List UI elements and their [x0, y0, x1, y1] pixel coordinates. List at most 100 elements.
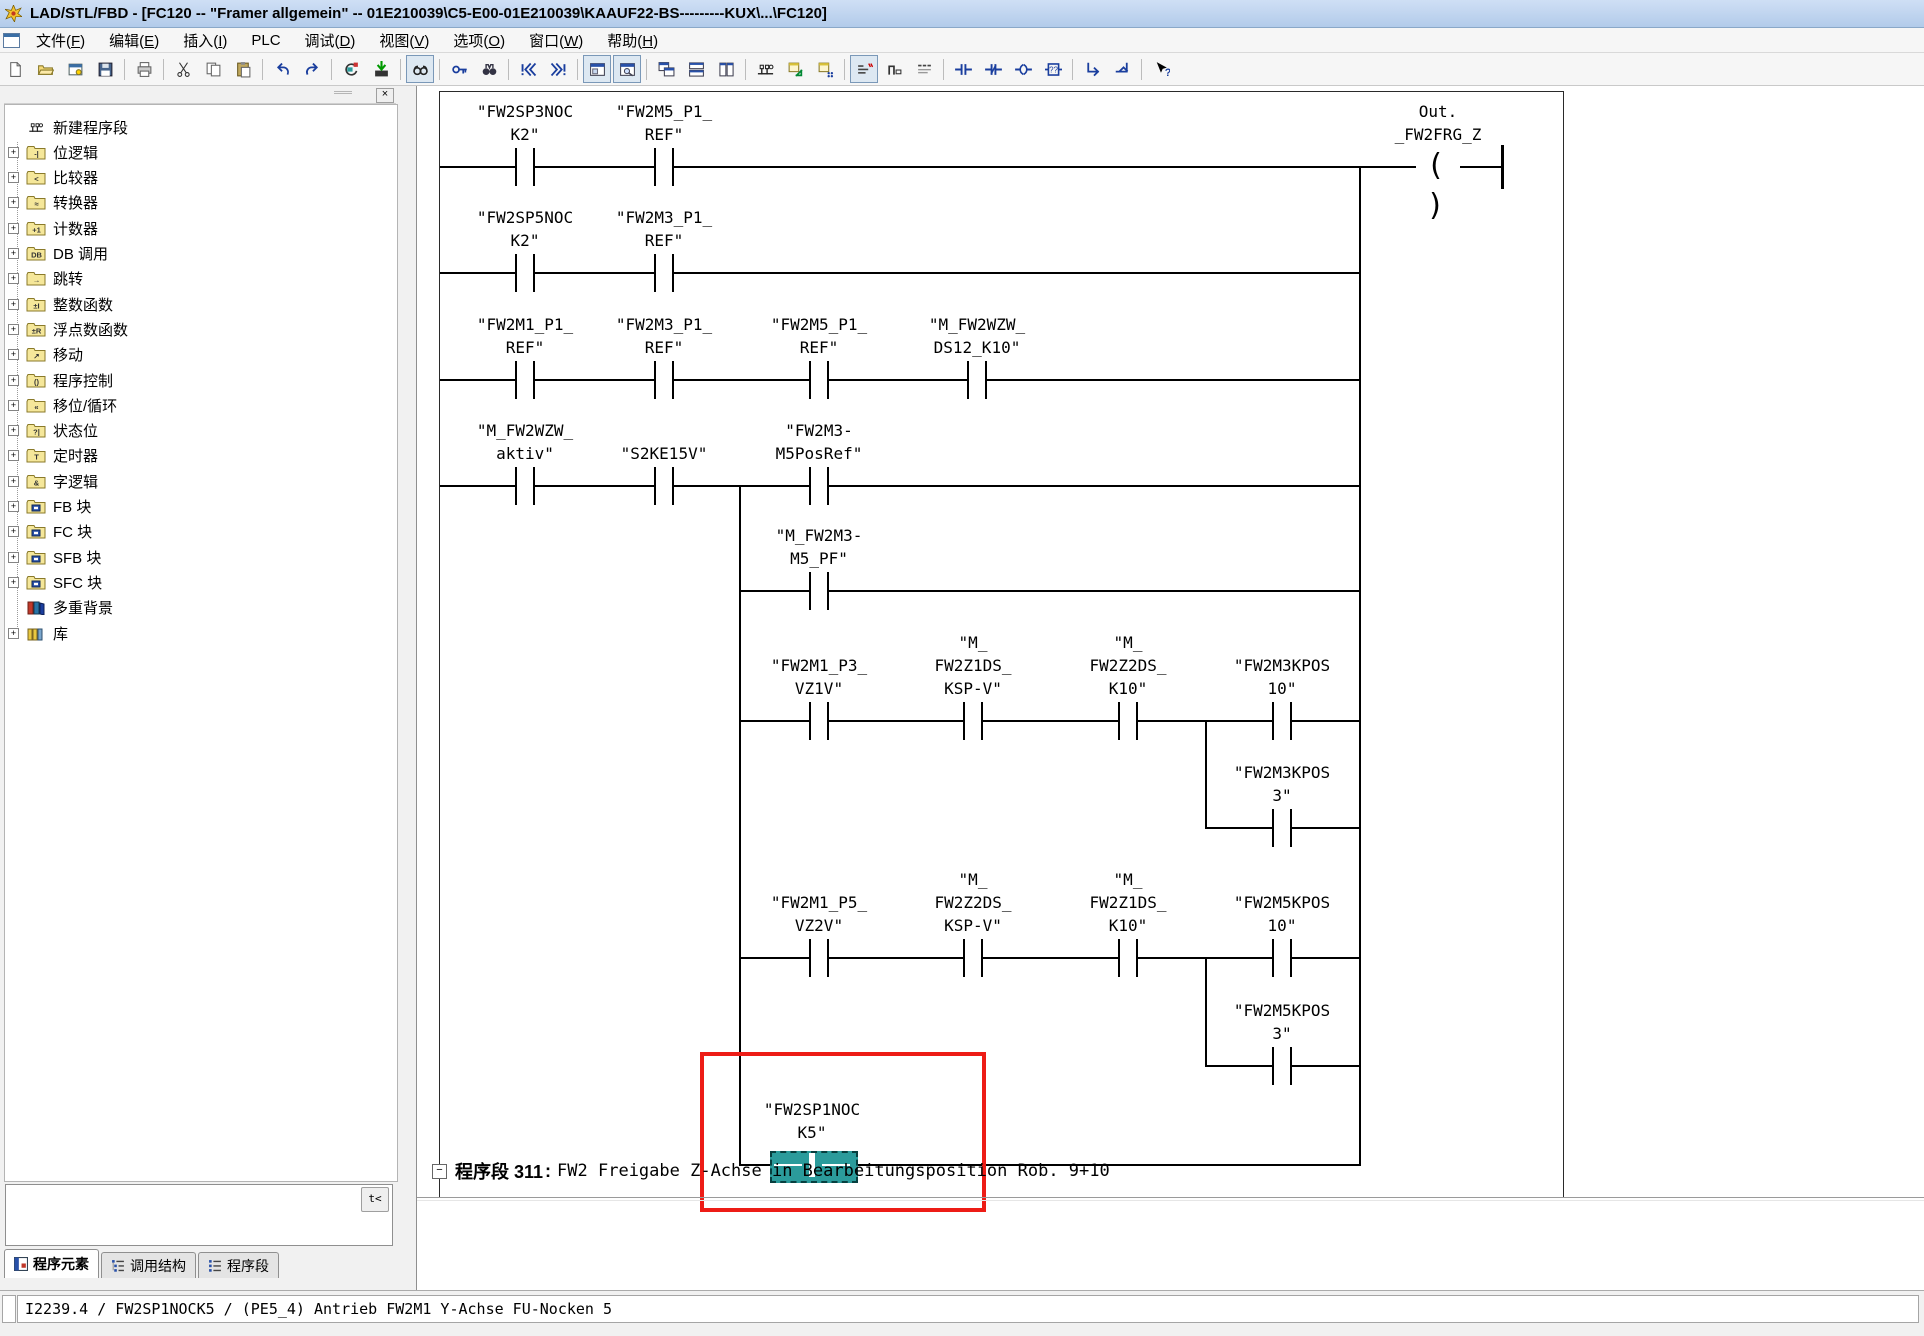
tree-expand-box[interactable]: +: [8, 147, 19, 158]
preview-collapse-button[interactable]: t<: [361, 1187, 389, 1212]
tree-expand-box[interactable]: +: [8, 501, 19, 512]
menu-item-0[interactable]: 文件(F): [24, 28, 97, 53]
tree-item-转换器[interactable]: +≈转换器: [8, 191, 98, 215]
copy-button[interactable]: [199, 55, 227, 83]
tree-expand-box[interactable]: +: [8, 450, 19, 461]
monitor-button[interactable]: [406, 55, 434, 83]
tab-call-structure[interactable]: 调用结构: [101, 1252, 196, 1278]
tree-item-浮点数函数[interactable]: +±R浮点数函数: [8, 317, 128, 341]
new-network-button[interactable]: [751, 55, 779, 83]
mdi-child-icon[interactable]: [3, 33, 20, 48]
tree-item-位逻辑[interactable]: +-|位逻辑: [8, 140, 98, 164]
tree-expand-box[interactable]: +: [8, 197, 19, 208]
tree-item-移动[interactable]: +↗移动: [8, 343, 83, 367]
tree-expand-box[interactable]: +: [8, 400, 19, 411]
tree-item-新建程序段[interactable]: +新建程序段: [8, 115, 128, 139]
undo-button[interactable]: [268, 55, 296, 83]
tree-item-整数函数[interactable]: +±I整数函数: [8, 292, 113, 316]
undo-icon: [274, 61, 291, 78]
tree-item-DB 调用[interactable]: +DBDB 调用: [8, 242, 108, 266]
network-collapse-box[interactable]: −: [432, 1164, 447, 1179]
menu-item-6[interactable]: 选项(O): [441, 28, 517, 53]
save-button[interactable]: [91, 55, 119, 83]
network-number-label[interactable]: 程序段 311: [455, 1158, 543, 1184]
view-detail-icon: [619, 61, 636, 78]
address-id-button[interactable]: [880, 55, 908, 83]
tree-expand-box[interactable]: +: [8, 375, 19, 386]
menu-item-1[interactable]: 编辑(E): [97, 28, 171, 53]
close-branch-button[interactable]: [1108, 55, 1136, 83]
cut-button[interactable]: [169, 55, 197, 83]
tab-program-elements[interactable]: 程序元素: [4, 1249, 99, 1278]
network-comment[interactable]: FW2 Freigabe Z-Achse in Bearbeitungsposi…: [557, 1161, 1110, 1181]
symbol-display-button[interactable]: [850, 55, 878, 83]
tile-vertical-button[interactable]: [712, 55, 740, 83]
download-button[interactable]: [367, 55, 395, 83]
print-button[interactable]: [130, 55, 158, 83]
contact-no-button[interactable]: [949, 55, 977, 83]
edit-symbols-button[interactable]: [811, 55, 839, 83]
tree-item-库[interactable]: +库: [8, 621, 68, 645]
redo-button[interactable]: [298, 55, 326, 83]
open-online-button[interactable]: [61, 55, 89, 83]
tree-expand-box[interactable]: +: [8, 526, 19, 537]
tree-expand-box[interactable]: +: [8, 577, 19, 588]
help-pointer-button[interactable]: ?: [1147, 55, 1175, 83]
cascade-button[interactable]: [652, 55, 680, 83]
view-overview-button[interactable]: [583, 55, 611, 83]
pane-grip[interactable]: [334, 91, 352, 103]
tree-expand-box[interactable]: +: [8, 349, 19, 360]
menu-item-7[interactable]: 窗口(W): [517, 28, 595, 53]
tree-item-SFC 块[interactable]: +SFC 块: [8, 570, 102, 594]
key-button[interactable]: [445, 55, 473, 83]
tree-expand-box[interactable]: +: [8, 273, 19, 284]
tab-networks[interactable]: 程序段: [198, 1252, 279, 1278]
pane-close-button[interactable]: ×: [376, 88, 394, 103]
tree-item-定时器[interactable]: +T定时器: [8, 444, 98, 468]
tree-expand-box[interactable]: +: [8, 628, 19, 639]
tile-horizontal-button[interactable]: [682, 55, 710, 83]
tree-expand-box[interactable]: +: [8, 248, 19, 259]
tree-item-FC 块[interactable]: +FC 块: [8, 520, 92, 544]
coil-button[interactable]: [1009, 55, 1037, 83]
next-error-button[interactable]: [544, 55, 572, 83]
tree-expand-box[interactable]: +: [8, 425, 19, 436]
open-branch-button[interactable]: [1078, 55, 1106, 83]
tab-label: 程序元素: [33, 1254, 89, 1274]
tree-expand-box[interactable]: +: [8, 552, 19, 563]
open-button[interactable]: [31, 55, 59, 83]
tree-item-比较器[interactable]: +<比较器: [8, 166, 98, 190]
menu-item-5[interactable]: 视图(V): [367, 28, 441, 53]
comment-toggle-button[interactable]: [910, 55, 938, 83]
tree-item-计数器[interactable]: ++1计数器: [8, 216, 98, 240]
view-detail-button[interactable]: [613, 55, 641, 83]
menu-item-2[interactable]: 插入(I): [171, 28, 239, 53]
tree-expand-box[interactable]: +: [8, 223, 19, 234]
menu-item-4[interactable]: 调试(D): [293, 28, 368, 53]
pane-header[interactable]: ×: [4, 88, 396, 104]
find-button[interactable]: [475, 55, 503, 83]
insert-symbol-button[interactable]: [781, 55, 809, 83]
paste-button[interactable]: [229, 55, 257, 83]
prev-error-button[interactable]: [514, 55, 542, 83]
tree-item-移位/循环[interactable]: +«移位/循环: [8, 393, 117, 417]
tree-item-FB 块[interactable]: +FB 块: [8, 495, 91, 519]
tree-item-程序控制[interactable]: +()程序控制: [8, 368, 113, 392]
contact-nc-button[interactable]: [979, 55, 1007, 83]
tree-item-跳转[interactable]: +→跳转: [8, 267, 83, 291]
tree-expand-box[interactable]: +: [8, 324, 19, 335]
tree-expand-box[interactable]: +: [8, 172, 19, 183]
tree-item-多重背景[interactable]: +多重背景: [8, 596, 113, 620]
menu-item-8[interactable]: 帮助(H): [595, 28, 670, 53]
tree-expand-box[interactable]: +: [8, 476, 19, 487]
tree-item-label: 程序控制: [53, 370, 113, 391]
tree-item-字逻辑[interactable]: +&字逻辑: [8, 469, 98, 493]
ladder-editor-area: [417, 86, 1924, 1290]
menu-item-3[interactable]: PLC: [239, 30, 292, 51]
update-call-button[interactable]: [337, 55, 365, 83]
tree-expand-box[interactable]: +: [8, 299, 19, 310]
tree-item-SFB 块[interactable]: +SFB 块: [8, 545, 101, 569]
empty-box-button[interactable]: ??: [1039, 55, 1067, 83]
new-button[interactable]: [1, 55, 29, 83]
tree-item-状态位[interactable]: +?|状态位: [8, 419, 98, 443]
